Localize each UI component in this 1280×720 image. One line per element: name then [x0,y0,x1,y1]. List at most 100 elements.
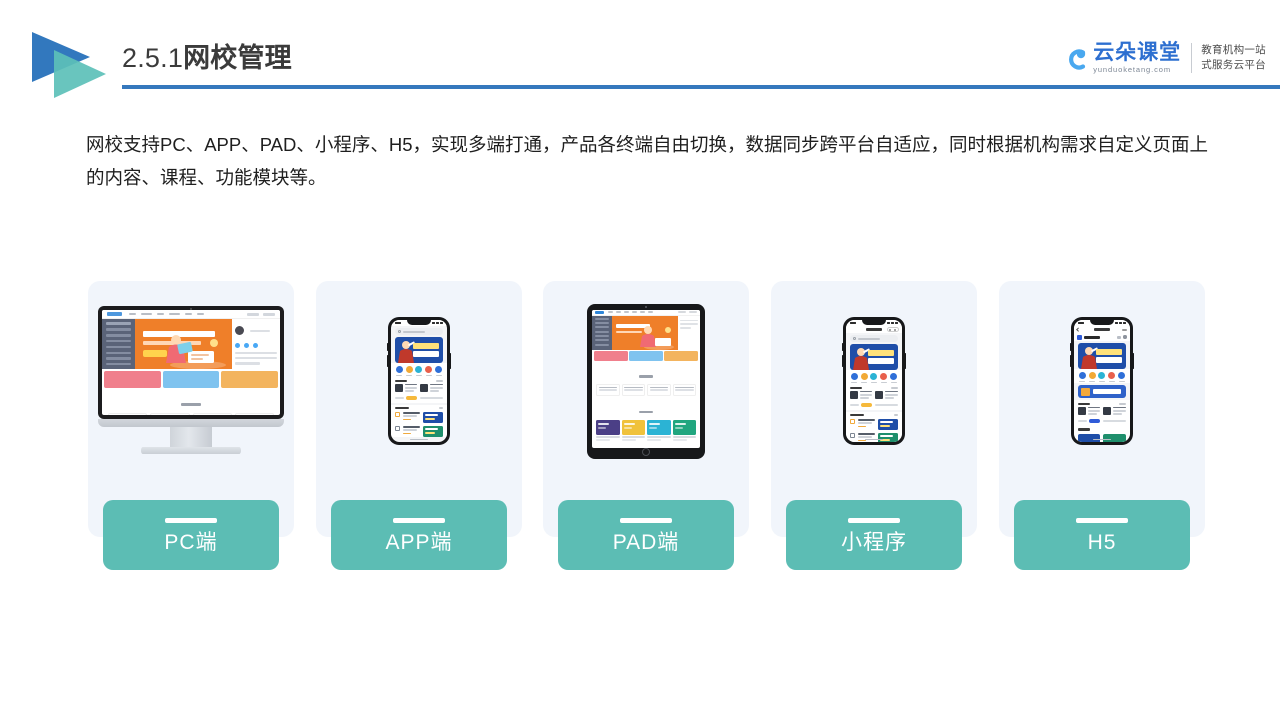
device-label-button-app[interactable]: APP端 [331,500,507,570]
phone-notch [407,320,431,326]
hero-banner [1078,343,1126,370]
device-card-miniprogram[interactable]: 小程序 [771,281,977,570]
quick-icon[interactable] [880,373,888,384]
more-options-icon[interactable] [1121,328,1127,331]
list-item[interactable] [395,425,443,437]
back-arrow-icon[interactable] [1076,327,1081,332]
volume-down-icon [386,355,389,367]
quick-icon[interactable] [870,373,878,384]
course-item[interactable] [875,390,898,401]
device-card-pc[interactable]: PC端 [88,281,294,570]
course-item[interactable] [395,383,418,394]
miniprogram-capsule-icon[interactable] [886,327,899,332]
page-title-number: 2.5.1 [122,43,184,73]
quick-icon[interactable] [405,366,413,377]
promo-tile[interactable] [1103,434,1126,442]
brand-divider [1191,43,1193,73]
grid-item[interactable] [596,419,620,441]
course-card [647,384,671,396]
device-label-button-pc[interactable]: PC端 [103,500,279,570]
course-item[interactable] [420,383,443,394]
home-button-icon[interactable] [642,447,650,456]
site-category-sidebar [102,319,135,369]
home-indicator [1092,438,1111,441]
list-item[interactable] [850,432,898,442]
brand-tagline-line2: 式服务云平台 [1201,59,1266,71]
label-dash [393,517,445,523]
brand-tagline: 教育机构一站 式服务云平台 [1201,43,1266,73]
list-item-thumb [877,418,898,430]
grid-item[interactable] [621,419,645,441]
site-category-sidebar [592,315,612,350]
device-label-text: H5 [1087,530,1117,554]
search-bar[interactable] [850,335,898,343]
course-item[interactable] [850,390,873,401]
list-item[interactable] [395,411,443,423]
label-dash [620,517,672,523]
grid-item[interactable] [672,419,696,441]
phone-notch [1090,320,1114,326]
device-label-text: 小程序 [841,530,907,554]
course-meta [420,396,443,400]
list-header [395,406,443,410]
quick-icon[interactable] [850,373,858,384]
site-logo-icon [107,311,122,317]
device-label-button-miniprogram[interactable]: 小程序 [786,500,962,570]
course-pair-row [1074,406,1130,417]
quick-icon[interactable] [435,366,443,377]
quick-icon-row [391,363,447,378]
list-item[interactable] [850,418,898,430]
site-topbar [102,310,280,319]
site-hero [102,319,280,369]
quick-icon[interactable] [395,366,403,377]
site-section-heading [592,363,700,385]
quick-icon[interactable] [425,366,433,377]
course-meta [875,403,898,407]
intro-paragraph: 网校支持PC、APP、PAD、小程序、H5，实现多端打通，产品各终端自由切换，数… [86,134,1209,188]
quick-icon[interactable] [1108,372,1116,383]
quick-icon[interactable] [1088,372,1096,383]
quick-icon[interactable] [860,373,868,384]
aside-action-dots [235,343,277,348]
volume-down-icon [1069,355,1072,367]
search-bar[interactable] [395,328,443,336]
site-course-cards [102,413,280,415]
cloud-icon [1061,43,1091,73]
site-name [1084,335,1101,339]
phone-screen [1074,320,1130,442]
site-section-heading [592,398,700,420]
tablet-mockup [587,303,705,459]
device-card-pad[interactable]: PAD端 [543,281,749,570]
course-item[interactable] [1078,406,1101,417]
promo-banner[interactable] [1078,385,1126,399]
home-indicator [864,438,883,441]
recommended-list [391,404,447,437]
imac-screen [102,310,280,415]
grid-item[interactable] [647,419,671,441]
device-card-h5[interactable]: H5 [999,281,1205,570]
site-logo-icon [1077,334,1083,340]
promo-tile[interactable] [1078,434,1101,442]
site-topbar-actions [247,312,275,316]
profile-icon[interactable] [1123,335,1127,339]
label-dash [848,517,900,523]
course-item[interactable] [1103,406,1126,417]
quick-icon[interactable] [890,373,898,384]
quick-icon[interactable] [1078,372,1086,383]
list-item-thumb [422,411,443,423]
search-icon [398,330,402,334]
device-label-button-pad[interactable]: PAD端 [558,500,734,570]
list-item-thumb [877,432,898,442]
course-meta [1078,418,1101,423]
quick-icon[interactable] [415,366,423,377]
device-card-app[interactable]: APP端 [316,281,522,570]
quick-icon-row [1074,369,1130,384]
device-label-button-h5[interactable]: H5 [1014,500,1190,570]
course-meta-row [391,393,447,403]
device-illustration-tablet [543,281,749,481]
quick-icon[interactable] [1098,372,1106,383]
device-illustration-phone-mini [771,281,977,481]
brand-name: 云朵课堂 [1093,41,1182,65]
quick-icon[interactable] [1118,372,1126,383]
recommended-list [846,411,902,442]
